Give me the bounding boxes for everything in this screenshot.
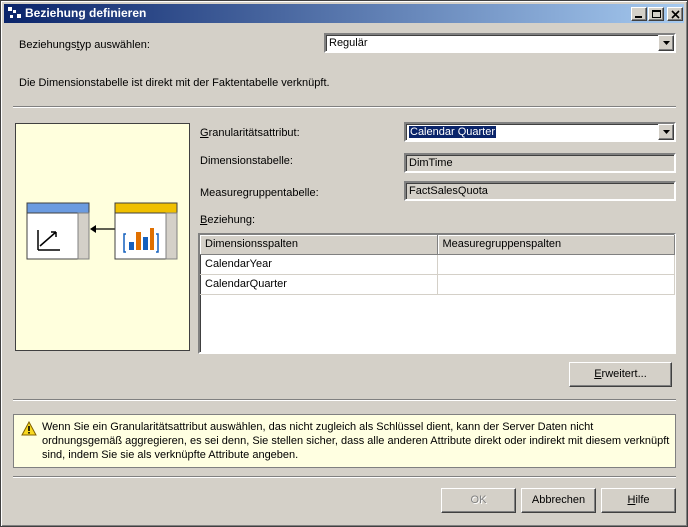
minimize-button[interactable]	[631, 7, 647, 21]
dimension-table-field: DimTime	[404, 153, 676, 173]
table-row[interactable]: CalendarYear	[200, 254, 675, 275]
cube-icon	[8, 7, 21, 18]
minimize-icon	[635, 16, 642, 18]
window-title: Beziehung definieren	[25, 6, 147, 20]
title-bar[interactable]: Beziehung definieren	[4, 4, 684, 23]
advanced-button[interactable]: Erweitert...	[569, 362, 672, 387]
dimension-table-icon	[26, 202, 90, 260]
relationship-grid[interactable]: Dimensionsspalten Measuregruppenspalten …	[198, 233, 676, 354]
measure-group-table-label: Measuregruppentabelle:	[200, 187, 319, 199]
relationship-preview	[15, 123, 190, 351]
table-row[interactable]: CalendarQuarter	[200, 274, 675, 295]
relationship-diagram	[26, 202, 178, 260]
close-button[interactable]	[667, 7, 683, 21]
divider-middle	[13, 399, 676, 401]
close-icon	[671, 10, 680, 19]
measure-group-column-cell[interactable]	[437, 254, 675, 275]
ok-button[interactable]: OK	[441, 488, 516, 513]
granularity-label: Granularitätsattribut:	[200, 127, 300, 139]
relationship-type-select[interactable]: Regulär	[324, 33, 676, 53]
maximize-button[interactable]	[648, 7, 664, 21]
column-header-measure-group[interactable]: Measuregruppenspalten	[437, 235, 675, 255]
relationship-type-dropdown-button[interactable]	[658, 35, 674, 51]
granularity-dropdown-button[interactable]	[658, 124, 674, 140]
granularity-value: Calendar Quarter	[408, 125, 497, 139]
warning-box: Wenn Sie ein Granularitätsattribut auswä…	[13, 414, 676, 468]
granularity-select[interactable]: Calendar Quarter	[404, 122, 676, 142]
help-button[interactable]: Hilfe	[601, 488, 676, 513]
description-text: Die Dimensionstabelle ist direkt mit der…	[19, 77, 330, 89]
divider-top	[13, 106, 676, 108]
dimension-table-label: Dimensionstabelle:	[200, 155, 293, 167]
column-header-dimension[interactable]: Dimensionsspalten	[200, 235, 438, 255]
measure-group-chart-icon	[114, 202, 178, 260]
relationship-type-value: Regulär	[329, 37, 368, 49]
relationship-label: Beziehung:	[200, 214, 256, 226]
chevron-down-icon	[663, 130, 670, 134]
dimension-column-cell[interactable]: CalendarQuarter	[200, 274, 438, 295]
dialog-window: Beziehung definieren Beziehungstyp auswä…	[0, 0, 688, 527]
divider-bottom	[13, 476, 676, 478]
cancel-button[interactable]: Abbrechen	[521, 488, 596, 513]
dimension-table-value: DimTime	[409, 157, 453, 169]
relationship-type-label: Beziehungstyp auswählen:	[19, 39, 150, 51]
chevron-down-icon	[663, 41, 670, 45]
measure-group-table-field: FactSalesQuota	[404, 181, 676, 201]
warning-icon	[21, 421, 37, 436]
measure-group-table-value: FactSalesQuota	[409, 185, 488, 197]
maximize-icon	[652, 10, 661, 18]
warning-text: Wenn Sie ein Granularitätsattribut auswä…	[42, 421, 670, 461]
measure-group-column-cell[interactable]	[437, 274, 675, 295]
dimension-column-cell[interactable]: CalendarYear	[200, 254, 438, 275]
